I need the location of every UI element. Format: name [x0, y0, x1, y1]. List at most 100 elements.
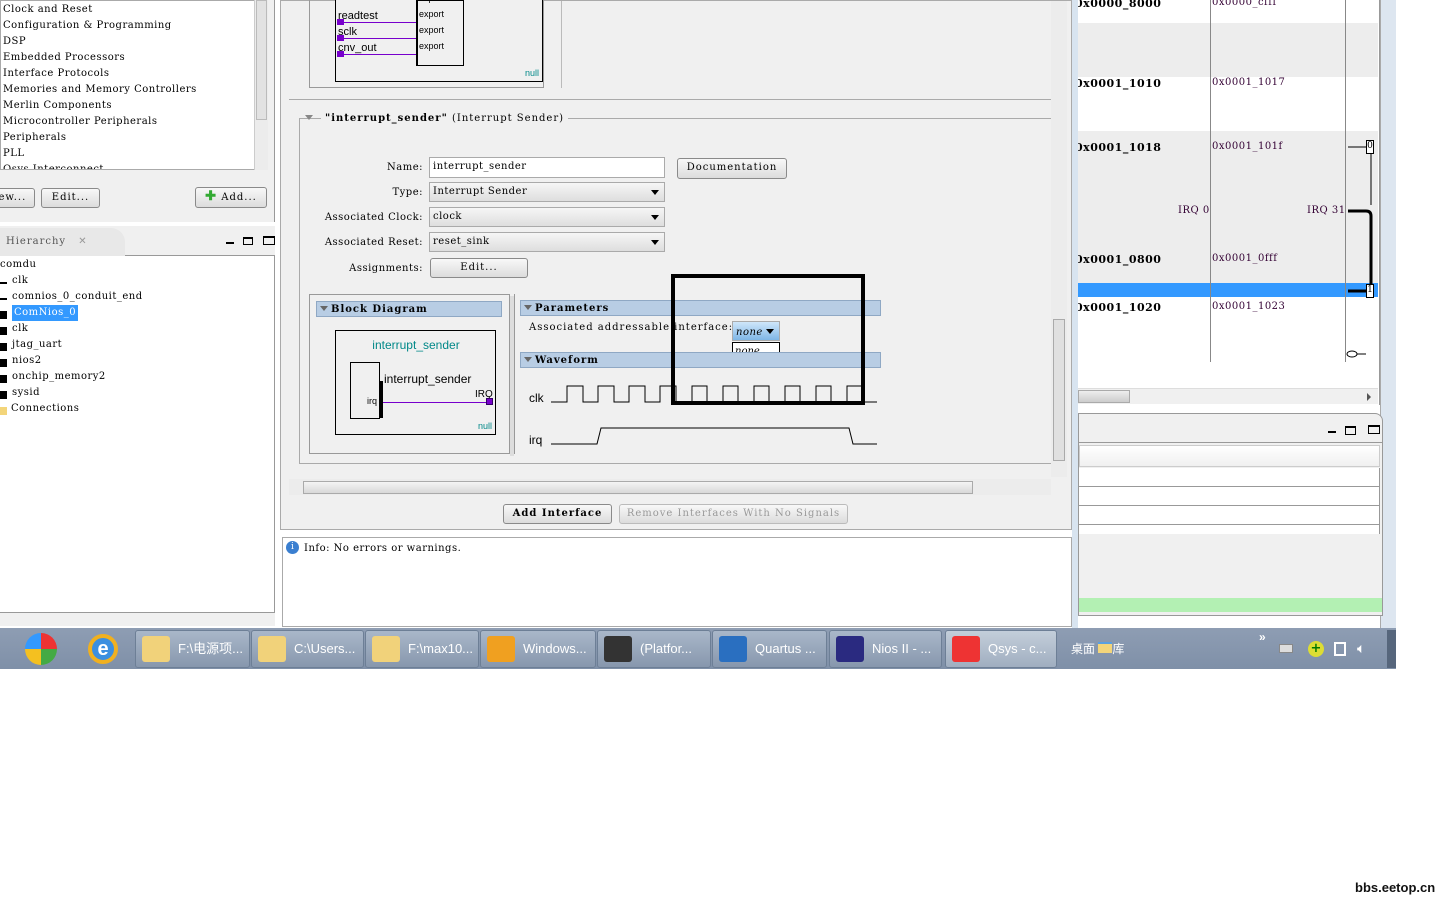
status-bar	[1079, 598, 1382, 612]
block-diagram-panel: Block Diagram interrupt_sender interrupt…	[309, 294, 510, 454]
add-button[interactable]: ✚ Add...	[195, 187, 267, 208]
export-label: export	[419, 0, 444, 3]
info-icon: i	[286, 541, 299, 554]
close-icon[interactable]: ✕	[78, 236, 87, 247]
plus-tray-icon[interactable]: +	[1308, 641, 1324, 657]
address-map-hscrollbar[interactable]	[1078, 388, 1378, 404]
port-icon	[337, 51, 344, 57]
library-panel: Clock and Reset Configuration & Programmi…	[0, 0, 275, 222]
minimize-icon[interactable]	[1328, 431, 1336, 433]
app-icon	[142, 636, 170, 662]
maximize-icon[interactable]	[263, 236, 275, 245]
hierarchy-panel: Hierarchy ✕ comdu clk comnios_0_conduit_e…	[0, 226, 275, 626]
component-icon	[0, 359, 7, 367]
taskbar-item[interactable]: Quartus ...	[712, 630, 827, 668]
component-name: interrupt_sender	[372, 338, 460, 352]
app-icon	[372, 636, 400, 662]
port-icon	[337, 35, 344, 41]
hierarchy-item[interactable]: Connections	[11, 401, 79, 417]
associated-clock-select[interactable]: clock	[429, 207, 665, 227]
taskbar-item[interactable]: C:\Users...	[251, 630, 364, 668]
library-item[interactable]: Memories and Memory Controllers	[3, 82, 197, 98]
library-item[interactable]: Microcontroller Peripherals	[3, 114, 158, 130]
export-label: export	[419, 25, 445, 35]
name-input[interactable]: interrupt_sender	[429, 157, 665, 178]
library-item[interactable]: Merlin Components	[3, 98, 112, 114]
scroll-right-icon[interactable]	[1367, 393, 1371, 401]
library-item[interactable]: Qsys Interconnect	[3, 162, 104, 169]
volume-icon[interactable]: 🔈︎	[1357, 641, 1365, 657]
port-icon	[0, 282, 7, 284]
restore-icon[interactable]	[1345, 426, 1356, 435]
bottom-right-panel	[1078, 413, 1383, 616]
add-interface-button[interactable]: Add Interface	[503, 504, 612, 524]
messages-panel: i Info: No errors or warnings.	[282, 537, 1072, 627]
more-button[interactable]: »	[1259, 630, 1266, 644]
keyboard-icon[interactable]	[1279, 644, 1293, 653]
library-item[interactable]: Configuration & Programming	[3, 18, 172, 34]
taskbar-item[interactable]: F:\电源项...	[135, 630, 250, 668]
app-icon	[604, 636, 632, 662]
app-icon	[836, 636, 864, 662]
library-item[interactable]: PLL	[3, 146, 25, 162]
tab-hierarchy[interactable]: Hierarchy ✕	[0, 228, 125, 256]
library-item[interactable]: Clock and Reset	[3, 2, 93, 18]
app-icon	[487, 636, 515, 662]
library-item[interactable]: Interface Protocols	[3, 66, 110, 82]
collapse-icon[interactable]	[305, 115, 313, 120]
remove-interfaces-button[interactable]: Remove Interfaces With No Signals	[619, 504, 848, 524]
network-icon[interactable]	[1334, 642, 1346, 656]
library-scrollbar[interactable]	[254, 0, 268, 170]
maximize-icon[interactable]	[1368, 425, 1380, 434]
irq-connection-lines	[1346, 146, 1373, 358]
minimize-icon[interactable]	[226, 242, 234, 244]
hierarchy-item[interactable]: comnios_0_conduit_end	[12, 289, 143, 305]
address-map: 0x0000_8000 0x0000_cfff 0x0001_1010 0x0001_…	[1078, 0, 1380, 405]
editor-horizontal-scrollbar[interactable]	[289, 479, 1051, 495]
irq-box-0: 0	[1366, 140, 1374, 154]
component-icon	[0, 343, 7, 351]
hierarchy-item[interactable]: ComNios_0	[12, 305, 79, 321]
port-icon	[337, 19, 344, 25]
new-button[interactable]: New...	[0, 188, 35, 208]
hierarchy-item[interactable]: nios2	[12, 353, 42, 369]
app-icon	[952, 636, 980, 662]
library-tree: Clock and Reset Configuration & Programmi…	[0, 0, 255, 170]
restore-icon[interactable]	[243, 237, 253, 245]
irq-box-1: 1	[1366, 284, 1374, 298]
hierarchy-item[interactable]: clk	[12, 273, 28, 289]
component-icon	[0, 327, 7, 335]
hierarchy-item[interactable]: onchip_memory2	[12, 369, 106, 385]
type-select[interactable]: Interrupt Sender	[429, 182, 665, 202]
ie-icon[interactable]: e	[88, 634, 118, 664]
hierarchy-item[interactable]: sysid	[12, 385, 40, 401]
plus-icon: ✚	[205, 189, 218, 204]
documentation-button[interactable]: Documentation	[677, 158, 787, 179]
app-icon	[258, 636, 286, 662]
library-item[interactable]: DSP	[3, 34, 26, 50]
desktop-toolbar[interactable]: 桌面 库	[1071, 640, 1124, 657]
hierarchy-item[interactable]: clk	[12, 321, 28, 337]
interface-title: "interrupt_sender" (Interrupt Sender)	[321, 113, 569, 124]
library-item[interactable]: Embedded Processors	[3, 50, 125, 66]
associated-reset-select[interactable]: reset_sink	[429, 232, 665, 252]
hierarchy-root[interactable]: comdu	[0, 257, 36, 273]
top-block-diagram: readtestsclkcnv_outexportexportexportexp…	[335, 0, 543, 82]
port-icon	[0, 298, 7, 300]
highlight-box	[671, 274, 865, 405]
irq-wave	[551, 427, 877, 445]
irq-port-icon	[486, 398, 493, 405]
library-item[interactable]: Peripherals	[3, 130, 67, 146]
taskbar-item[interactable]: (Platfor...	[597, 630, 711, 668]
hierarchy-item[interactable]: jtag_uart	[12, 337, 62, 353]
start-button[interactable]	[25, 633, 57, 665]
signal-line	[340, 38, 416, 39]
taskbar-item[interactable]: Qsys - c...	[945, 630, 1057, 668]
taskbar-item[interactable]: Nios II - ...	[829, 630, 942, 668]
taskbar-item[interactable]: F:\max10...	[365, 630, 479, 668]
taskbar-item[interactable]: Windows...	[480, 630, 596, 668]
app-icon	[719, 636, 747, 662]
edit-button[interactable]: Edit...	[41, 188, 100, 208]
assignments-edit-button[interactable]: Edit...	[430, 258, 528, 278]
editor-vertical-scrollbar[interactable]	[1051, 1, 1067, 477]
